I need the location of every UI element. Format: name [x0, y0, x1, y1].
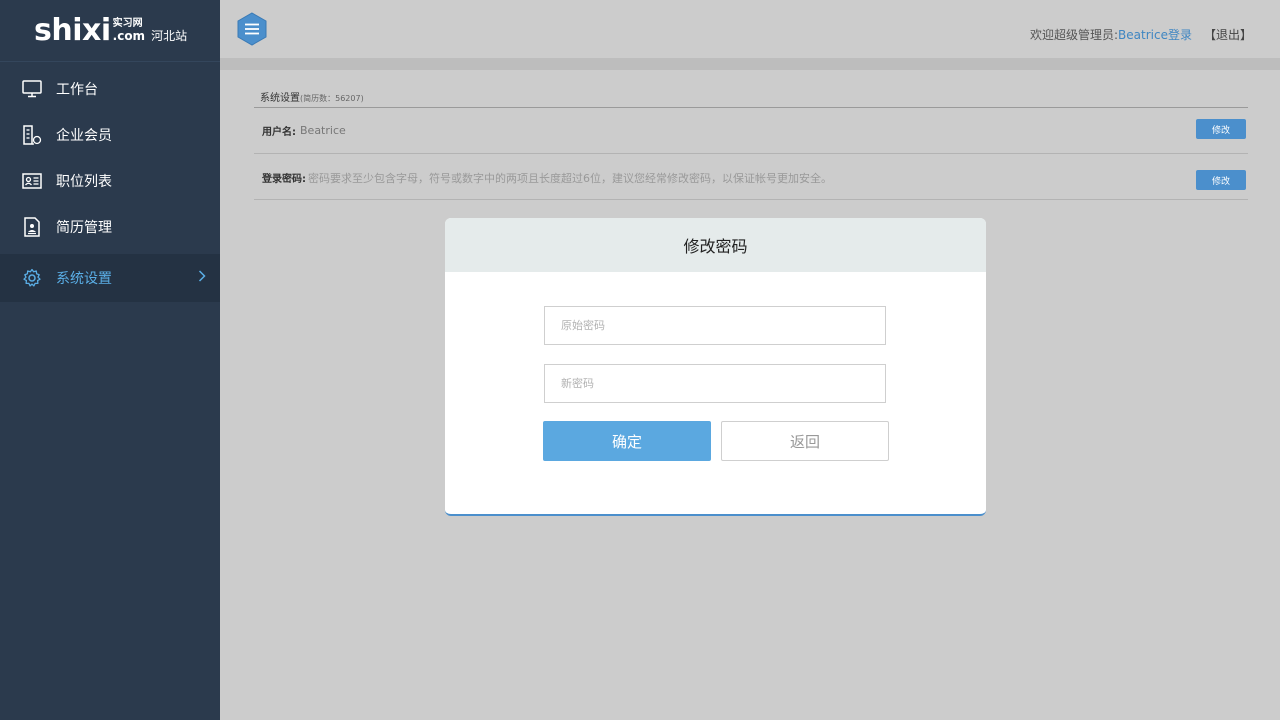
username-row: 用户名: Beatrice 修改	[254, 108, 1248, 154]
username-value: Beatrice	[300, 124, 346, 137]
welcome-text: 欢迎超级管理员:	[1030, 28, 1119, 42]
dialog-header: 修改密码	[445, 218, 986, 272]
password-hint: 密码要求至少包含字母，符号或数字中的两项且长度超过6位，建议您经常修改密码，以保…	[308, 172, 832, 185]
current-user: Beatrice登录	[1118, 28, 1192, 42]
sidebar-item-resume[interactable]: 简历管理	[0, 204, 220, 250]
top-bar: 欢迎超级管理员:Beatrice登录 【退出】	[220, 0, 1280, 58]
logo-site: 河北站	[151, 29, 188, 43]
edit-username-button[interactable]: 修改	[1196, 119, 1246, 139]
dialog-title: 修改密码	[683, 237, 748, 256]
sidebar-item-label: 简历管理	[56, 220, 112, 236]
confirm-button[interactable]: 确定	[543, 421, 711, 461]
logout-link[interactable]: 【退出】	[1204, 28, 1252, 42]
edit-password-button[interactable]: 修改	[1196, 170, 1246, 190]
back-button[interactable]: 返回	[721, 421, 889, 461]
logo[interactable]: shixi 实习网 .com 河北站	[0, 0, 220, 62]
sidebar-item-settings[interactable]: 系统设置	[0, 254, 220, 302]
sidebar-item-label: 企业会员	[56, 128, 112, 144]
sidebar-item-workbench[interactable]: 工作台	[0, 66, 220, 112]
change-password-dialog: 修改密码 确定 返回	[445, 218, 986, 516]
password-label: 登录密码:	[262, 174, 306, 185]
user-info: 欢迎超级管理员:Beatrice登录 【退出】	[1030, 26, 1252, 43]
logo-sub: 实习网 .com	[112, 18, 146, 43]
settings-panel: 系统设置(简历数：56207) 用户名: Beatrice 修改 登录密码: 密…	[254, 70, 1248, 200]
gear-icon	[22, 268, 42, 288]
sidebar-item-label: 工作台	[56, 82, 98, 98]
sidebar-item-label: 职位列表	[56, 174, 112, 190]
menu-toggle-button[interactable]	[236, 12, 268, 46]
sidebar-item-enterprise[interactable]: 企业会员	[0, 112, 220, 158]
section-title: 系统设置(简历数：56207)	[254, 70, 1248, 108]
sidebar-item-jobs[interactable]: 职位列表	[0, 158, 220, 204]
sidebar: shixi 实习网 .com 河北站 工作台 企业会员 职位列表 简历管理 系统…	[0, 0, 220, 720]
hamburger-icon	[237, 12, 267, 46]
resume-count: (简历数：56207)	[300, 94, 364, 103]
username-label: 用户名:	[262, 127, 296, 138]
chevron-right-icon	[198, 270, 206, 286]
old-password-input[interactable]	[544, 306, 886, 345]
logo-mark: shixi	[34, 12, 111, 48]
building-icon	[22, 125, 42, 145]
header-divider	[220, 58, 1280, 70]
section-title-text: 系统设置	[260, 93, 300, 104]
password-row: 登录密码: 密码要求至少包含字母，符号或数字中的两项且长度超过6位，建议您经常修…	[254, 154, 1248, 200]
id-card-icon	[22, 171, 42, 191]
document-user-icon	[22, 217, 42, 237]
monitor-icon	[22, 79, 42, 99]
logo-com: .com	[112, 29, 146, 43]
logo-cn: 实习网	[112, 18, 143, 29]
new-password-input[interactable]	[544, 364, 886, 403]
sidebar-item-label: 系统设置	[56, 271, 112, 287]
